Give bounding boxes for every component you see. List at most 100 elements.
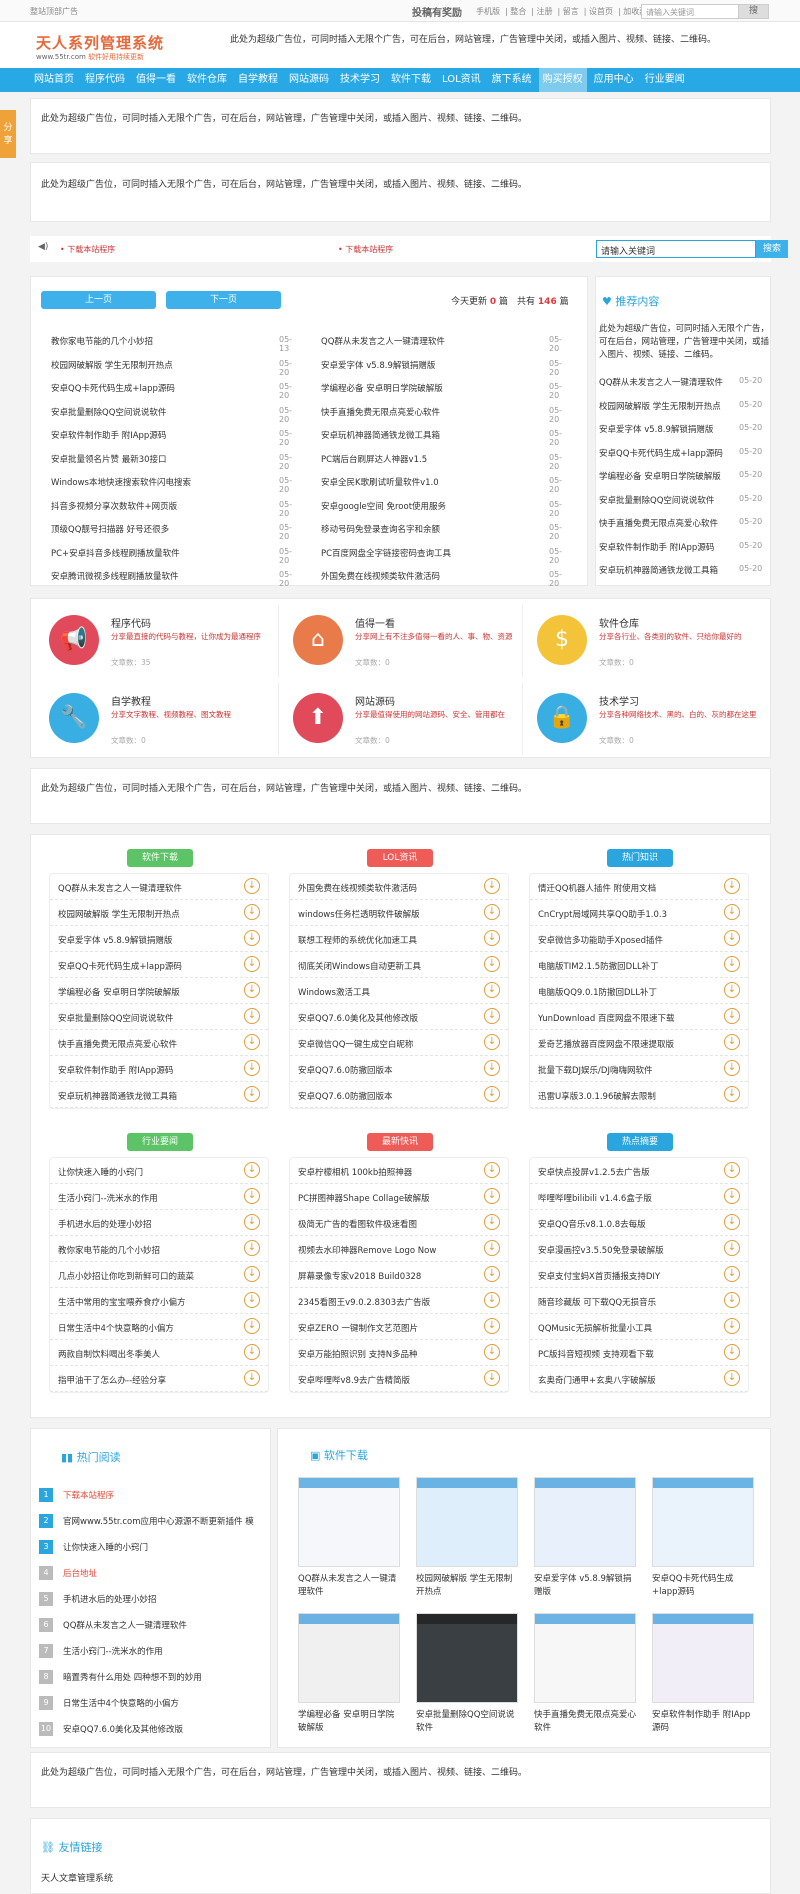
list-item[interactable]: 4 后台地址: [37, 1561, 265, 1587]
article-title[interactable]: 安卓QQ7.6.0美化及其他修改版: [63, 1723, 263, 1735]
section-title[interactable]: LOL资讯: [367, 849, 433, 867]
list-item[interactable]: 生活小窍门--洗米水的作用 ↓: [50, 1184, 268, 1210]
category-card[interactable]: 📢 程序代码 分享最直接的代码与教程，让你成为最通程序 文章数：35: [39, 605, 279, 677]
list-item[interactable]: 安卓微信多功能助手Xposed插件 ↓: [530, 926, 748, 952]
article-title[interactable]: 下载本站程序: [63, 1489, 263, 1501]
list-item[interactable]: 教你家电节能的几个小妙招 ↓: [50, 1236, 268, 1262]
set-home-link[interactable]: 设首页: [589, 7, 613, 16]
download-icon[interactable]: ↓: [724, 1292, 740, 1308]
list-item[interactable]: 安卓QQ卡死代码生成+lapp源码 ↓: [50, 952, 268, 978]
article-title[interactable]: 电脑版QQ9.0.1防撤回DLL补丁: [538, 986, 713, 998]
list-item[interactable]: 电脑版QQ9.0.1防撤回DLL补丁 ↓: [530, 978, 748, 1004]
list-item[interactable]: PC版抖音短视频 支持观看下载 ↓: [530, 1340, 748, 1366]
category-name[interactable]: 自学教程: [111, 693, 151, 708]
article-title[interactable]: 安卓玩机神器简通铁龙微工具箱: [58, 1090, 233, 1102]
software-caption[interactable]: 安卓软件制作助手 附IApp源码: [652, 1709, 754, 1735]
section-title[interactable]: 热门知识: [607, 849, 673, 867]
category-card[interactable]: ⌂ 值得一看 分享网上有不注多值得一看的人、事、物、资源 文章数：0: [283, 605, 523, 677]
software-thumbnail[interactable]: 安卓爱字体 v5.8.9解锁捐赠版: [534, 1477, 636, 1599]
download-icon[interactable]: ↓: [244, 982, 260, 998]
download-icon[interactable]: ↓: [724, 1188, 740, 1204]
screenshot-image[interactable]: [298, 1477, 400, 1567]
list-item[interactable]: QQ群从未发言之人一键清理软件 ↓: [50, 874, 268, 900]
notice-link[interactable]: • 下载本站程序: [60, 244, 115, 255]
list-item[interactable]: 批量下载DJ娱乐/DJ嗨嗨网软件 ↓: [530, 1056, 748, 1082]
list-item[interactable]: 安卓玩机神器简通铁龙微工具箱 05-20: [311, 426, 571, 450]
article-title[interactable]: 外国免费在线视频类软件激活码: [298, 882, 473, 894]
download-icon[interactable]: ↓: [244, 1008, 260, 1024]
list-item[interactable]: 随音珍藏版 可下载QQ无损音乐 ↓: [530, 1288, 748, 1314]
list-item[interactable]: 安卓快点投屏v1.2.5去广告版 ↓: [530, 1158, 748, 1184]
list-item[interactable]: 安卓QQ7.6.0美化及其他修改版 ↓: [290, 1004, 508, 1030]
article-title[interactable]: 抖音多视频分享次数软件+网页版: [51, 500, 271, 512]
register-link[interactable]: 注册: [537, 7, 553, 16]
article-title[interactable]: 安卓QQ卡死代码生成+lapp源码: [58, 960, 233, 972]
next-page-button[interactable]: 下一页: [166, 291, 281, 309]
list-item[interactable]: 安卓哔哩哔v8.9去广告精简版 ↓: [290, 1366, 508, 1392]
message-link[interactable]: 留言: [563, 7, 579, 16]
list-item[interactable]: 校园网破解版 学生无限制开热点 05-20: [599, 397, 769, 421]
list-item[interactable]: 移动号码免登录查询名字和余额 05-20: [311, 520, 571, 544]
list-item[interactable]: 外国免费在线视频类软件激活码 ↓: [290, 874, 508, 900]
list-item[interactable]: 抖音多视频分享次数软件+网页版 05-20: [41, 497, 301, 521]
list-item[interactable]: 安卓爱字体 v5.8.9解锁捐赠版 05-20: [311, 356, 571, 380]
download-icon[interactable]: ↓: [724, 930, 740, 946]
friend-link[interactable]: 天人文章管理系统: [41, 1871, 113, 1884]
article-title[interactable]: 安卓爱字体 v5.8.9解锁捐赠版: [58, 934, 233, 946]
article-title[interactable]: 安卓软件制作助手 附IApp源码: [58, 1064, 233, 1076]
section-title[interactable]: 热点摘要: [607, 1133, 673, 1151]
article-title[interactable]: 视频去水印神器Remove Logo Now: [298, 1244, 473, 1256]
software-thumbnail[interactable]: 校园网破解版 学生无限制开热点: [416, 1477, 518, 1599]
download-icon[interactable]: ↓: [724, 956, 740, 972]
article-title[interactable]: QQ群从未发言之人一键清理软件: [321, 335, 541, 347]
article-title[interactable]: 几点小妙招让你吃到新鲜可口的蔬菜: [58, 1270, 233, 1282]
list-item[interactable]: PC端后台刷屏达人神器v1.5 05-20: [311, 450, 571, 474]
article-title[interactable]: 安卓爱字体 v5.8.9解锁捐赠版: [599, 423, 734, 435]
list-item[interactable]: 安卓批量删除QQ空间说说软件 ↓: [50, 1004, 268, 1030]
list-item[interactable]: YunDownload 百度网盘不限速下载 ↓: [530, 1004, 748, 1030]
download-icon[interactable]: ↓: [724, 1008, 740, 1024]
download-icon[interactable]: ↓: [484, 1370, 500, 1386]
download-icon[interactable]: ↓: [484, 1034, 500, 1050]
nav-software-repo[interactable]: 软件仓库: [183, 68, 231, 92]
category-card[interactable]: 🔧 自学教程 分享文字教程、视频教程、图文教程 文章数：0: [39, 683, 279, 755]
article-title[interactable]: 安卓快点投屏v1.2.5去广告版: [538, 1166, 713, 1178]
software-thumbnail[interactable]: 学编程必备 安卓明日学院破解版: [298, 1613, 400, 1735]
nav-home[interactable]: 网站首页: [30, 68, 78, 92]
list-item[interactable]: 安卓玩机神器简通铁龙微工具箱 05-20: [599, 561, 769, 585]
article-title[interactable]: 顶级QQ靓号扫描器 好号还很多: [51, 523, 271, 535]
article-title[interactable]: 安卓软件制作助手 附IApp源码: [51, 429, 271, 441]
list-item[interactable]: 安卓QQ7.6.0防撤回版本 ↓: [290, 1056, 508, 1082]
article-title[interactable]: 批量下载DJ娱乐/DJ嗨嗨网软件: [538, 1064, 713, 1076]
article-title[interactable]: 手机进水后的处理小妙招: [58, 1218, 233, 1230]
article-title[interactable]: 后台地址: [63, 1567, 263, 1579]
software-caption[interactable]: 安卓QQ卡死代码生成+lapp源码: [652, 1573, 754, 1599]
list-item[interactable]: 学编程必备 安卓明日学院破解版 05-20: [599, 467, 769, 491]
list-item[interactable]: 安卓爱字体 v5.8.9解锁捐赠版 ↓: [50, 926, 268, 952]
download-icon[interactable]: ↓: [244, 1370, 260, 1386]
list-item[interactable]: 哔哩哔哩bilibili v1.4.6盒子版 ↓: [530, 1184, 748, 1210]
article-title[interactable]: 安卓QQ卡死代码生成+lapp源码: [51, 382, 271, 394]
article-title[interactable]: 官网www.55tr.com应用中心源源不断更新插件 模: [63, 1515, 263, 1527]
list-item[interactable]: 联想工程师的系统优化加速工具 ↓: [290, 926, 508, 952]
list-item[interactable]: 9 日常生活中4个快意略的小偏方: [37, 1691, 265, 1717]
recommend-intro[interactable]: 此处为超级广告位，可同时插入无限个广告，可在后台，网站管理，广告管理中关闭，或插…: [599, 323, 769, 362]
download-icon[interactable]: ↓: [484, 1060, 500, 1076]
list-item[interactable]: 学编程必备 安卓明日学院破解版 05-20: [311, 379, 571, 403]
article-title[interactable]: 极简无广告的看图软件极速看图: [298, 1218, 473, 1230]
list-item[interactable]: 安卓玩机神器简通铁龙微工具箱 ↓: [50, 1082, 268, 1108]
list-item[interactable]: 2 官网www.55tr.com应用中心源源不断更新插件 模: [37, 1509, 265, 1535]
ad-banner-3[interactable]: 此处为超级广告位，可同时插入无限个广告，可在后台，网站管理，广告管理中关闭，或插…: [30, 768, 771, 824]
list-item[interactable]: PC+安卓抖音多线程刷播放量软件 05-20: [41, 544, 301, 568]
article-title[interactable]: CnCrypt局域网共享QQ助手1.0.3: [538, 908, 713, 920]
prev-page-button[interactable]: 上一页: [41, 291, 156, 309]
list-item[interactable]: PC百度网盘全字链接密码查询工具 05-20: [311, 544, 571, 568]
article-title[interactable]: 安卓漫画控v3.5.50免登录破解版: [538, 1244, 713, 1256]
list-item[interactable]: 视频去水印神器Remove Logo Now ↓: [290, 1236, 508, 1262]
list-item[interactable]: 安卓批量领名片赞 最新30接口 05-20: [41, 450, 301, 474]
article-title[interactable]: PC百度网盘全字链接密码查询工具: [321, 547, 541, 559]
list-item[interactable]: 安卓软件制作助手 附IApp源码 05-20: [599, 538, 769, 562]
screenshot-image[interactable]: [534, 1477, 636, 1567]
article-title[interactable]: 移动号码免登录查询名字和余额: [321, 523, 541, 535]
download-icon[interactable]: ↓: [244, 1060, 260, 1076]
